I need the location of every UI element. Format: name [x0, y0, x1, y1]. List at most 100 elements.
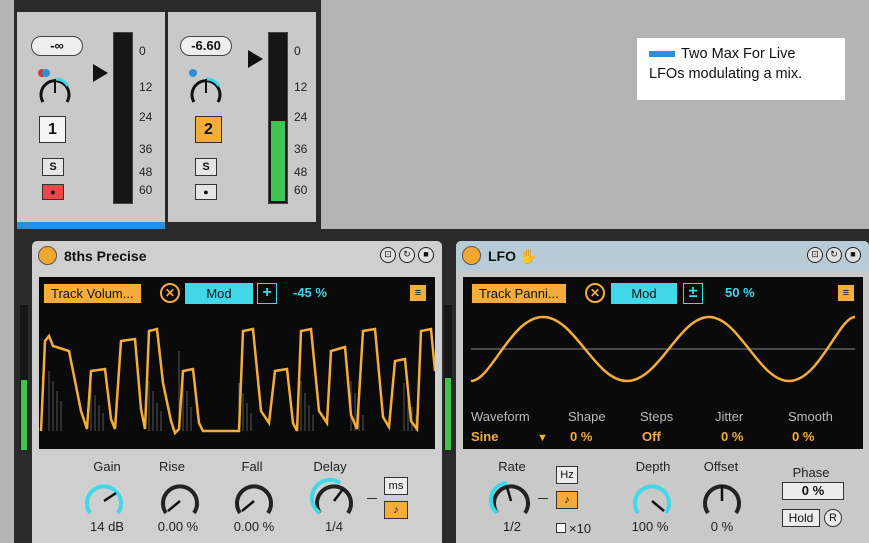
arm-button[interactable]: ● [195, 184, 217, 200]
phase-label: Phase [792, 465, 830, 480]
meter-scale-60: 60 [294, 183, 308, 197]
track-number-button[interactable]: 2 [195, 116, 222, 143]
sync-note-button[interactable]: ♪ [556, 491, 578, 509]
hot-swap-icon[interactable]: ⊡ [380, 247, 396, 263]
jitter-value[interactable]: 0 % [721, 429, 743, 444]
clear-target-icon[interactable]: ✕ [160, 283, 180, 303]
save-preset-icon[interactable]: ■ [845, 247, 861, 263]
track-strip-1: -∞ 1 S ● 0 12 24 36 48 60 [17, 12, 165, 229]
pan-knob[interactable] [33, 62, 79, 108]
depth-label: Depth [635, 459, 671, 474]
target-parameter-button[interactable]: Track Volum... [43, 283, 142, 304]
shape-label: Shape [568, 409, 606, 424]
modulation-display: Track Volum... ✕ Mod + -45 % ≡ [39, 277, 435, 449]
track-volume-display[interactable]: -6.60 [180, 36, 232, 56]
rate-label: Rate [498, 459, 526, 474]
level-meter [268, 32, 288, 204]
volume-slider-handle[interactable] [248, 50, 263, 68]
mode-button[interactable]: Mod [185, 283, 253, 304]
device-title: 8ths Precise [64, 248, 147, 264]
delay-knob[interactable] [310, 475, 358, 519]
device-power-button[interactable] [38, 246, 57, 265]
lfo-display: Track Panni... ✕ Mod ± 50 % ≡ Waveform S… [463, 277, 863, 449]
depth-value: 100 % [631, 519, 669, 534]
steps-label: Steps [640, 409, 674, 424]
envelope-waveform [39, 327, 435, 436]
retrigger-button[interactable]: R [824, 509, 842, 527]
gain-knob[interactable] [80, 475, 128, 519]
menu-icon[interactable]: ≡ [837, 284, 855, 302]
meter-scale-48: 48 [294, 165, 308, 179]
device-title: LFO ✋ [488, 248, 538, 264]
smooth-value[interactable]: 0 % [792, 429, 814, 444]
hold-button[interactable]: Hold [782, 509, 820, 527]
meter-fill [271, 121, 285, 201]
meter-scale-48: 48 [139, 165, 153, 179]
mode-button[interactable]: Mod [611, 283, 677, 304]
fall-label: Fall [241, 459, 263, 474]
offset-value: 0 % [710, 519, 734, 534]
save-preset-icon[interactable]: ■ [418, 247, 434, 263]
ms-button[interactable]: ms [384, 477, 408, 495]
mod-amount[interactable]: -45 % [293, 285, 327, 300]
depth-knob[interactable] [628, 475, 676, 519]
menu-icon[interactable]: ≡ [409, 284, 427, 302]
caption-line-2: LFOs modulating a mix. [649, 66, 803, 82]
track-volume-display[interactable]: -∞ [31, 36, 83, 56]
meter-scale-24: 24 [139, 110, 153, 124]
offset-label: Offset [703, 459, 739, 474]
meter-scale-12: 12 [294, 80, 308, 94]
delay-label: Delay [313, 459, 347, 474]
solo-button[interactable]: S [195, 158, 217, 176]
mixer-section: -∞ 1 S ● 0 12 24 36 48 60 -6.60 2 S ● 0 … [14, 0, 321, 229]
level-meter [113, 32, 133, 204]
volume-slider-handle[interactable] [93, 64, 108, 82]
caption-line-1: Two Max For Live [681, 46, 796, 62]
device-title-bar[interactable]: 8ths Precise ⊡ ↻ ■ [32, 241, 442, 271]
arm-button[interactable]: ● [42, 184, 64, 200]
polarity-button[interactable]: ± [683, 283, 703, 304]
solo-button[interactable]: S [42, 158, 64, 176]
track-strip-2: -6.60 2 S ● 0 12 24 36 48 60 [168, 12, 316, 222]
divider [538, 498, 548, 499]
shape-value[interactable]: 0 % [570, 429, 592, 444]
meter-scale-24: 24 [294, 110, 308, 124]
device-title-bar[interactable]: LFO ✋ ⊡ ↻ ■ [456, 241, 869, 271]
fall-knob[interactable] [230, 475, 278, 519]
waveform-select[interactable]: Sine [471, 429, 498, 444]
divider [367, 498, 377, 499]
smooth-label: Smooth [788, 409, 833, 424]
sync-note-button[interactable]: ♪ [384, 501, 408, 519]
offset-knob[interactable] [698, 475, 746, 519]
phase-value[interactable]: 0 % [782, 482, 844, 500]
track-number-button[interactable]: 1 [39, 116, 66, 143]
rate-value: 1/2 [502, 519, 522, 534]
track-selection-bar [17, 222, 165, 229]
device-output-meter [444, 305, 452, 450]
track-output-meter [20, 305, 28, 450]
target-parameter-button[interactable]: Track Panni... [471, 283, 567, 304]
delay-value: 1/4 [324, 519, 344, 534]
rate-knob[interactable] [487, 475, 535, 519]
clear-target-icon[interactable]: ✕ [585, 283, 605, 303]
caption-box: Two Max For Live LFOs modulating a mix. [637, 38, 845, 100]
hot-swap-icon[interactable]: ⊡ [807, 247, 823, 263]
device-8ths-precise: 8ths Precise ⊡ ↻ ■ Track Volum... ✕ Mod … [32, 241, 442, 543]
x10-toggle[interactable]: ×10 [556, 521, 591, 536]
polarity-button[interactable]: + [257, 283, 277, 304]
device-lfo: LFO ✋ ⊡ ↻ ■ Track Panni... ✕ Mod ± 50 % … [456, 241, 869, 543]
mod-amount[interactable]: 50 % [725, 285, 755, 300]
rise-knob[interactable] [156, 475, 204, 519]
hz-button[interactable]: Hz [556, 466, 578, 484]
meter-scale-0: 0 [139, 44, 146, 58]
chevron-down-icon[interactable]: ▼ [537, 432, 548, 444]
meter-scale-12: 12 [139, 80, 153, 94]
gain-value: 14 dB [90, 519, 124, 534]
caption-marker [649, 51, 675, 58]
pan-knob[interactable] [184, 62, 230, 108]
device-power-button[interactable] [462, 246, 481, 265]
steps-value[interactable]: Off [642, 429, 661, 444]
meter-scale-60: 60 [139, 183, 153, 197]
edit-icon[interactable]: ↻ [826, 247, 842, 263]
edit-icon[interactable]: ↻ [399, 247, 415, 263]
